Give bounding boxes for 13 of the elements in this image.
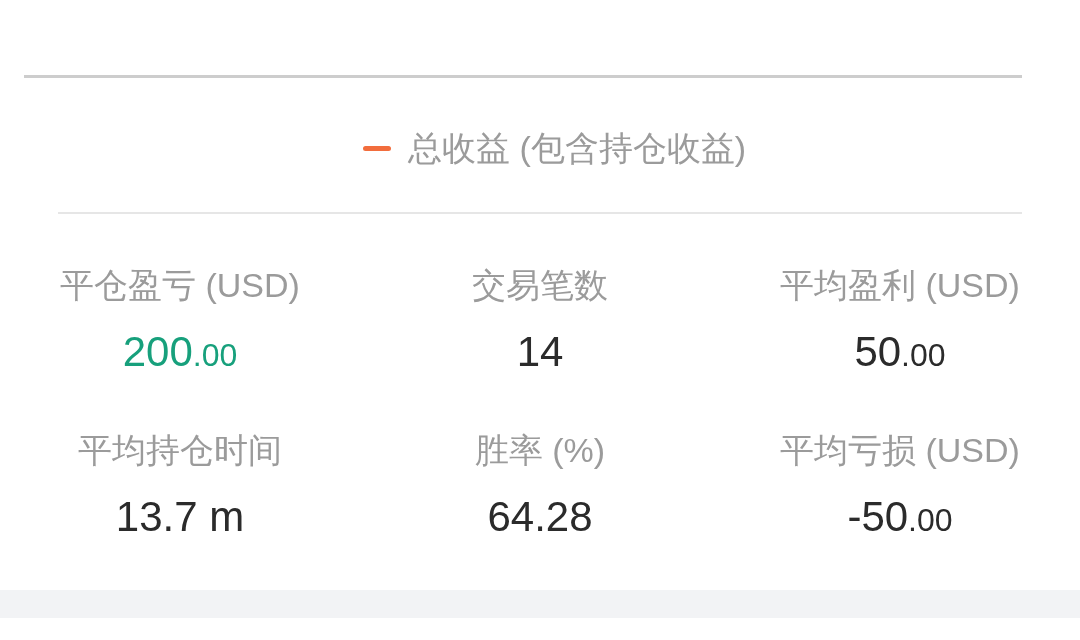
stat-value: 64.28 — [487, 492, 593, 542]
stat-label: 平均持仓时间 — [78, 430, 282, 470]
stat-label: 胜率 (%) — [474, 430, 606, 470]
stat-value: 200.00 — [122, 327, 238, 377]
stat-label: 平均盈利 (USD) — [780, 265, 1020, 305]
stat-value: 13.7 m — [115, 492, 245, 542]
stat-label: 平仓盈亏 (USD) — [60, 265, 300, 305]
stat-value: 50.00 — [854, 327, 946, 377]
legend-label: 总收益 (包含持仓收益) — [408, 128, 747, 168]
stat-label: 平均亏损 (USD) — [780, 430, 1020, 470]
stat-value: -50.00 — [847, 492, 953, 542]
stat-label: 交易笔数 — [472, 265, 608, 305]
stat-value: 14 — [516, 327, 564, 377]
